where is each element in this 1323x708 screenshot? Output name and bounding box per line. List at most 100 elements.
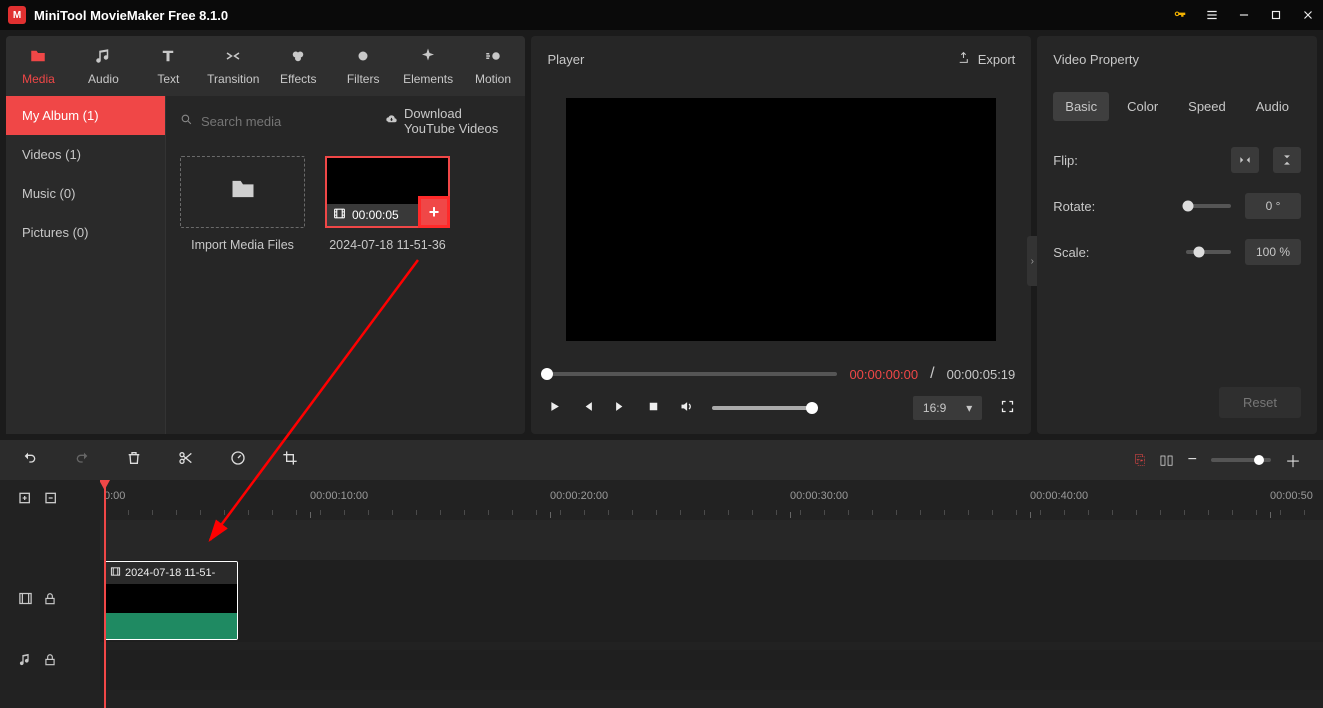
crop-button[interactable] <box>282 450 298 471</box>
tab-motion[interactable]: Motion <box>461 36 526 96</box>
tab-audio[interactable]: Audio <box>71 36 136 96</box>
flip-label: Flip: <box>1053 153 1113 168</box>
import-media-tile[interactable]: Import Media Files <box>180 156 305 252</box>
music-note-icon <box>94 46 112 66</box>
filters-icon <box>354 46 372 66</box>
time-current: 00:00:00:00 <box>849 367 918 382</box>
transition-icon <box>224 46 242 66</box>
rotate-slider[interactable] <box>1186 204 1231 208</box>
next-frame-button[interactable] <box>613 399 628 418</box>
timeline-panel: ⎘ ▯▯ − ＋ 0:00 00 <box>0 440 1323 708</box>
prop-tab-speed[interactable]: Speed <box>1176 92 1238 121</box>
stop-button[interactable] <box>646 399 661 418</box>
zoom-in-button[interactable]: ＋ <box>1285 448 1301 472</box>
timeline-clip[interactable]: 2024-07-18 11-51- <box>104 561 238 640</box>
tab-filters[interactable]: Filters <box>331 36 396 96</box>
export-icon <box>957 51 970 67</box>
timeline-clip-name: 2024-07-18 11-51- <box>125 567 215 579</box>
player-panel: Player Export 00:00:00:00 / 00:00:05:19 <box>531 36 1031 434</box>
seek-slider[interactable] <box>547 372 837 376</box>
play-button[interactable] <box>547 399 562 418</box>
titlebar: M MiniTool MovieMaker Free 8.1.0 <box>0 0 1323 30</box>
speed-button[interactable] <box>230 450 246 471</box>
app-logo-icon: M <box>8 6 26 24</box>
rotate-value[interactable]: 0 ° <box>1245 193 1301 219</box>
volume-icon[interactable] <box>679 399 694 418</box>
remove-track-button[interactable] <box>44 490 60 510</box>
time-total: 00:00:05:19 <box>947 367 1016 382</box>
audio-track[interactable] <box>100 650 1323 690</box>
prop-tab-color[interactable]: Color <box>1115 92 1170 121</box>
export-button[interactable]: Export <box>957 51 1016 67</box>
video-track-icon <box>18 591 33 611</box>
properties-panel: › Video Property Basic Color Speed Audio… <box>1037 36 1317 434</box>
clip-name: 2024-07-18 11-51-36 <box>329 238 446 252</box>
tab-media[interactable]: Media <box>6 36 71 96</box>
auto-fit-icon[interactable]: ⎘ <box>1135 452 1145 468</box>
zoom-out-button[interactable]: − <box>1188 451 1197 469</box>
chevron-down-icon: ▾ <box>966 401 972 415</box>
text-icon <box>159 46 177 66</box>
flip-vertical-button[interactable] <box>1273 147 1301 173</box>
prop-tab-basic[interactable]: Basic <box>1053 92 1109 121</box>
folder-icon <box>29 46 47 66</box>
player-title: Player <box>547 52 584 67</box>
delete-button[interactable] <box>126 450 142 471</box>
timeline-tracks[interactable]: 0:00 00:00:10:00 00:00:20:00 00:00:30:00… <box>100 480 1323 708</box>
tab-effects[interactable]: Effects <box>266 36 331 96</box>
sidebar-item-videos[interactable]: Videos (1) <box>6 135 165 174</box>
cloud-download-icon <box>385 113 398 129</box>
sidebar-item-music[interactable]: Music (0) <box>6 174 165 213</box>
fullscreen-button[interactable] <box>1000 399 1015 418</box>
media-panel: Media Audio Text Transition Effects Filt… <box>6 36 525 434</box>
tab-text[interactable]: Text <box>136 36 201 96</box>
reset-button[interactable]: Reset <box>1219 387 1301 418</box>
key-icon[interactable] <box>1173 8 1187 22</box>
tab-elements[interactable]: Elements <box>396 36 461 96</box>
module-tabbar: Media Audio Text Transition Effects Filt… <box>6 36 525 96</box>
audio-track-icon <box>18 652 33 672</box>
add-track-button[interactable] <box>18 490 34 510</box>
menu-icon[interactable] <box>1205 8 1219 22</box>
sidebar-item-album[interactable]: My Album (1) <box>6 96 165 135</box>
timeline-toolbar: ⎘ ▯▯ − ＋ <box>0 440 1323 480</box>
search-input[interactable] <box>201 114 377 129</box>
close-button[interactable] <box>1301 8 1315 22</box>
app-title: MiniTool MovieMaker Free 8.1.0 <box>34 8 1173 23</box>
scale-label: Scale: <box>1053 245 1113 260</box>
undo-button[interactable] <box>22 450 38 471</box>
rotate-label: Rotate: <box>1053 199 1113 214</box>
prop-tab-audio[interactable]: Audio <box>1244 92 1301 121</box>
import-label: Import Media Files <box>191 238 294 252</box>
video-track[interactable]: 2024-07-18 11-51- <box>100 560 1323 642</box>
scale-slider[interactable] <box>1186 250 1231 254</box>
scale-value[interactable]: 100 % <box>1245 239 1301 265</box>
search-icon <box>180 113 193 129</box>
flip-horizontal-button[interactable] <box>1231 147 1259 173</box>
prev-frame-button[interactable] <box>580 399 595 418</box>
add-to-timeline-button[interactable]: + <box>418 196 450 228</box>
minimize-button[interactable] <box>1237 8 1251 22</box>
zoom-slider[interactable] <box>1211 458 1271 462</box>
properties-title: Video Property <box>1053 52 1139 67</box>
maximize-button[interactable] <box>1269 8 1283 22</box>
sidebar-item-pictures[interactable]: Pictures (0) <box>6 213 165 252</box>
tab-transition[interactable]: Transition <box>201 36 266 96</box>
media-clip-tile[interactable]: 00:00:05 + 2024-07-18 11-51-36 <box>325 156 450 252</box>
media-sidebar: My Album (1) Videos (1) Music (0) Pictur… <box>6 96 166 434</box>
redo-button[interactable] <box>74 450 90 471</box>
download-youtube-button[interactable]: Download YouTube Videos <box>385 106 511 136</box>
collapse-panel-button[interactable]: › <box>1027 236 1037 286</box>
fit-icon[interactable]: ▯▯ <box>1159 452 1173 468</box>
film-icon <box>110 566 121 580</box>
aspect-ratio-select[interactable]: 16:9 ▾ <box>913 396 982 420</box>
volume-slider[interactable] <box>712 406 812 410</box>
motion-icon <box>484 46 502 66</box>
split-button[interactable] <box>178 450 194 471</box>
video-preview[interactable] <box>566 98 996 341</box>
lock-video-track-button[interactable] <box>43 592 57 611</box>
time-ruler[interactable]: 0:00 00:00:10:00 00:00:20:00 00:00:30:00… <box>100 480 1323 520</box>
clip-duration: 00:00:05 <box>352 208 399 222</box>
playhead[interactable] <box>104 480 106 708</box>
lock-audio-track-button[interactable] <box>43 653 57 672</box>
